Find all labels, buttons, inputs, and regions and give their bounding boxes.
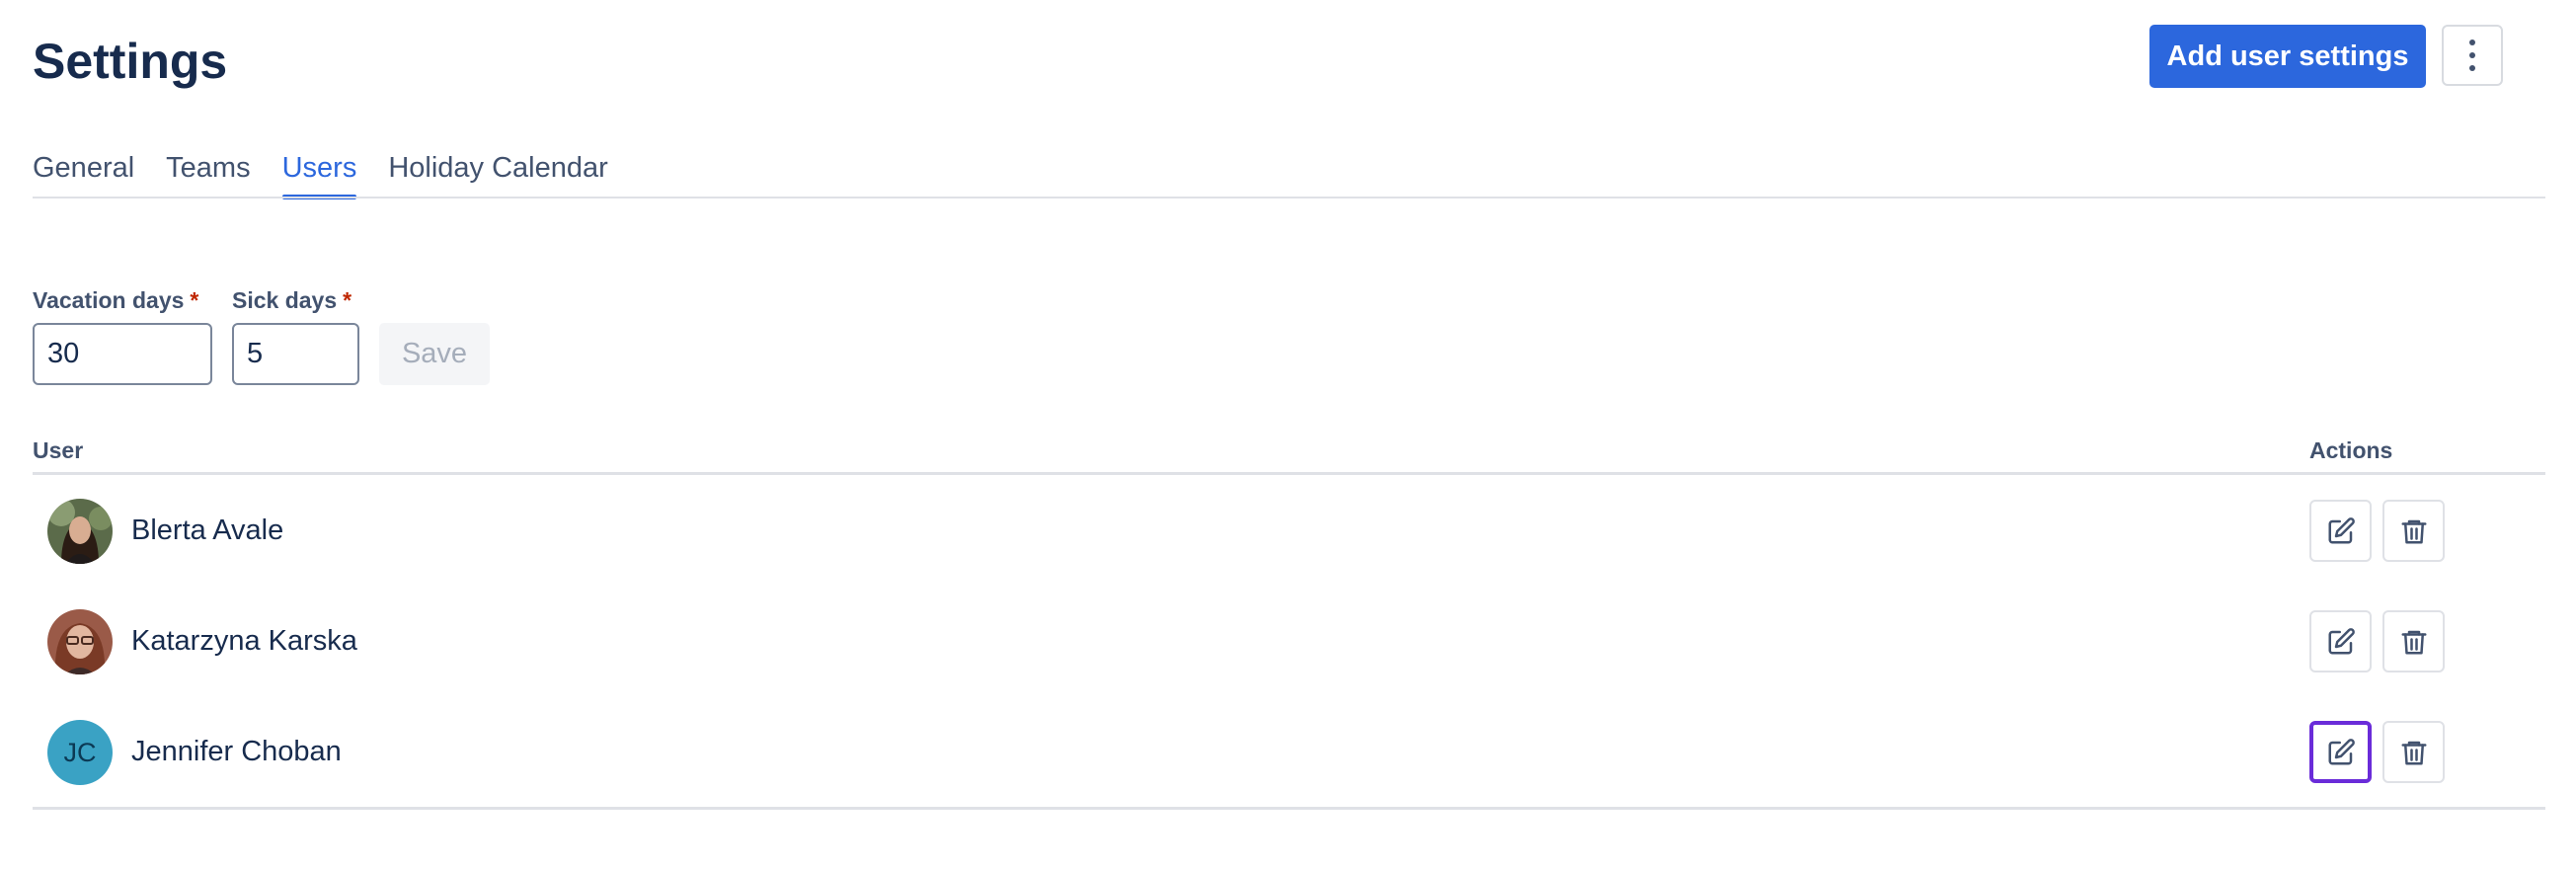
edit-button[interactable] (2309, 500, 2372, 562)
delete-button[interactable] (2382, 500, 2445, 562)
more-vertical-icon-dot (2469, 65, 2475, 71)
avatar (47, 499, 113, 564)
edit-icon (2328, 738, 2355, 764)
trash-icon (2401, 519, 2426, 543)
table-row: Katarzyna Karska (33, 586, 2545, 696)
tab-holiday-calendar[interactable]: Holiday Calendar (388, 148, 607, 199)
sick-days-field[interactable]: 5 (232, 323, 359, 385)
vacation-days-label: Vacation days * (33, 285, 198, 315)
column-header-actions: Actions (2309, 437, 2393, 463)
trash-icon (2401, 630, 2426, 654)
vacation-days-field[interactable]: 30 (33, 323, 212, 385)
sick-days-label-text: Sick days (232, 287, 338, 313)
avatar (47, 609, 113, 674)
table-row: Blerta Avale (33, 475, 2545, 586)
edit-icon (2328, 627, 2355, 654)
tab-bar: General Teams Users Holiday Calendar (33, 148, 608, 199)
tab-general[interactable]: General (33, 148, 134, 199)
vacation-days-label-text: Vacation days (33, 287, 185, 313)
avatar: JC (47, 720, 113, 785)
more-vertical-icon (2469, 40, 2475, 45)
trash-icon (2401, 741, 2426, 764)
more-vertical-icon-dot (2469, 52, 2475, 58)
page-title: Settings (33, 34, 228, 89)
table-bottom-divider (33, 807, 2545, 810)
required-mark: * (343, 287, 352, 313)
user-name[interactable]: Blerta Avale (131, 511, 283, 550)
required-mark: * (190, 287, 199, 313)
edit-button[interactable] (2309, 721, 2372, 783)
tab-users[interactable]: Users (281, 148, 356, 199)
more-options-button[interactable] (2442, 25, 2503, 86)
delete-button[interactable] (2382, 610, 2445, 672)
tabs-divider (33, 197, 2545, 198)
sick-days-label: Sick days * (232, 285, 351, 315)
delete-button[interactable] (2382, 721, 2445, 783)
save-button[interactable]: Save (379, 323, 490, 385)
column-header-user: User (33, 437, 84, 463)
tab-teams[interactable]: Teams (166, 148, 250, 199)
user-name[interactable]: Katarzyna Karska (131, 621, 357, 661)
add-user-settings-button[interactable]: Add user settings (2149, 25, 2426, 88)
user-name[interactable]: Jennifer Choban (131, 732, 342, 771)
table-row: JC Jennifer Choban (33, 696, 2545, 807)
edit-icon (2328, 516, 2355, 543)
edit-button[interactable] (2309, 610, 2372, 672)
